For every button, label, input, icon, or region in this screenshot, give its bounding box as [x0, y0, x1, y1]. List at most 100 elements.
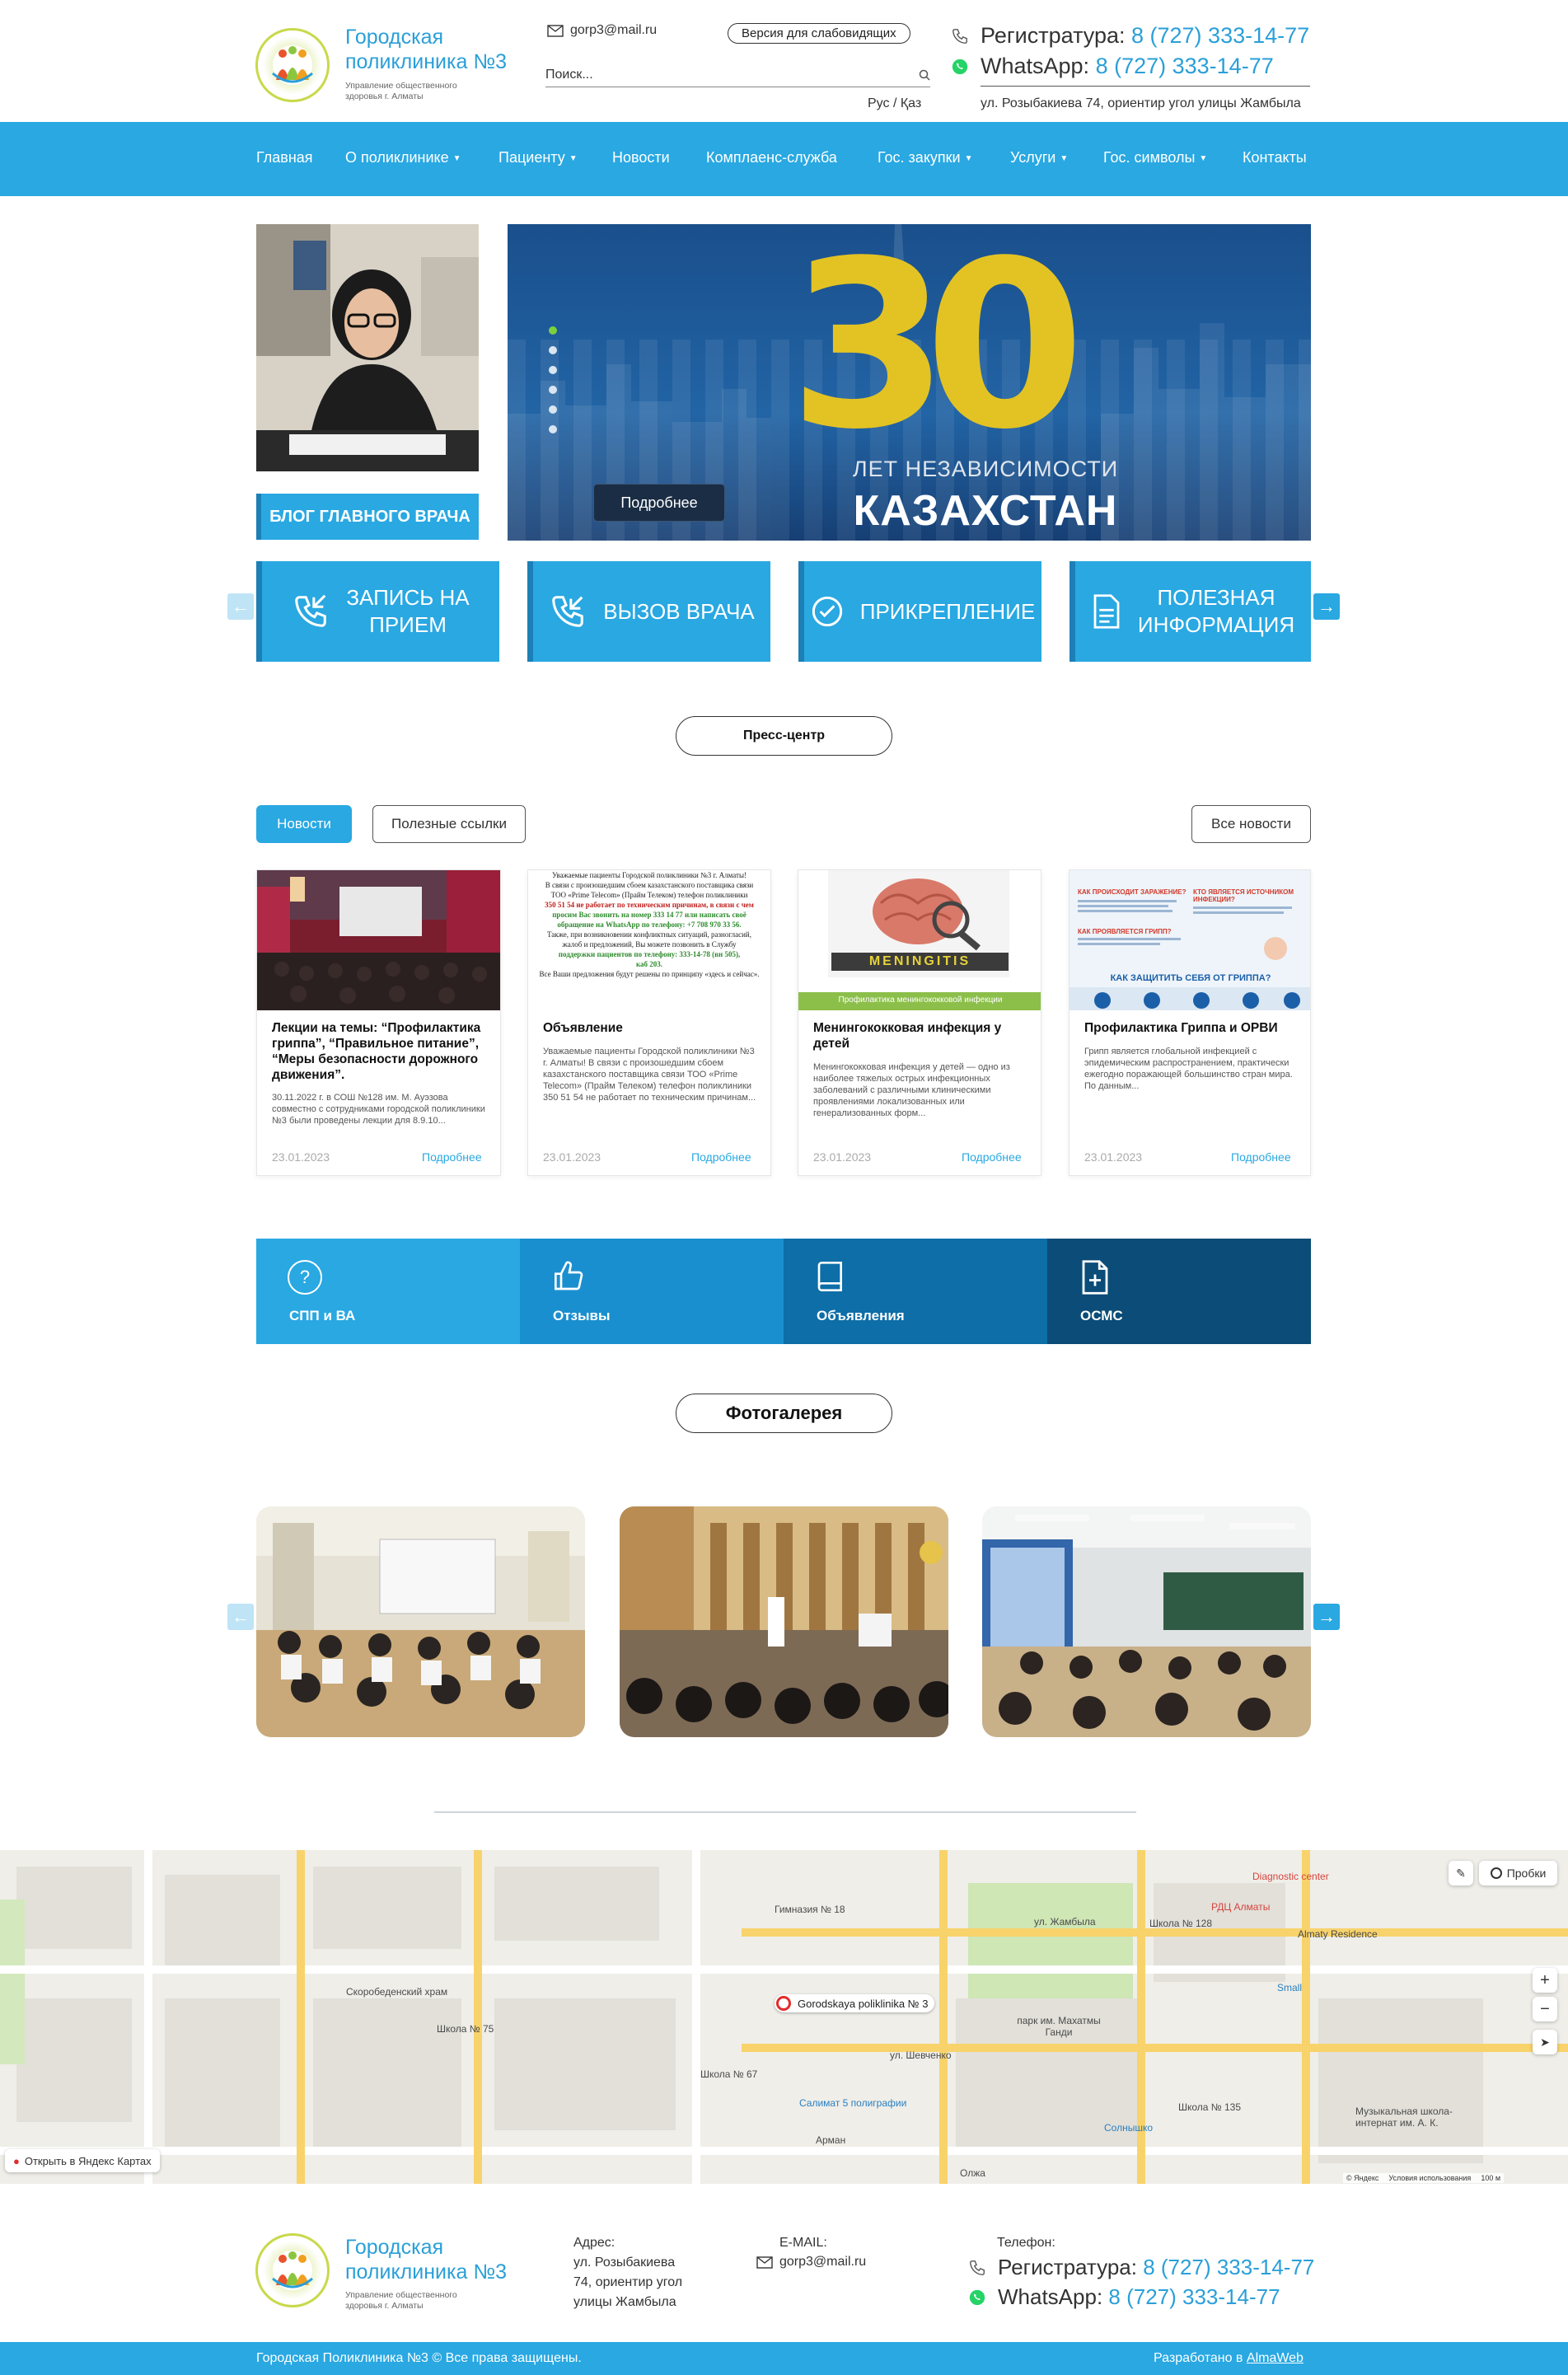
slider-dot[interactable]	[549, 425, 557, 433]
slider-dot[interactable]	[549, 346, 557, 354]
traffic-button[interactable]: Пробки	[1479, 1861, 1557, 1885]
strip-label: Объявления	[817, 1308, 905, 1323]
news-excerpt: Грипп является глобальной инфекцией с эп…	[1084, 1047, 1293, 1091]
slider-dots[interactable]	[549, 326, 557, 445]
header-email[interactable]: gorp3@mail.ru	[547, 23, 657, 38]
map-label: Школа № 67	[700, 2068, 758, 2080]
strip-spp-va[interactable]: ? СПП и ВА	[256, 1239, 520, 1344]
slider-dot[interactable]	[549, 326, 557, 335]
news-title[interactable]: Объявление	[543, 1020, 759, 1036]
footer-address: Адрес: ул. Розыбакиева 74, ориентир угол…	[573, 2233, 682, 2312]
service-tile-appointment[interactable]: ЗАПИСЬ НА ПРИЕМ	[256, 561, 499, 662]
announcement-line: В связи с произошедшим сбоем казахстанск…	[545, 881, 754, 889]
meningitis-word: MENINGITIS	[868, 954, 971, 968]
slide-thirty: 30	[789, 224, 1085, 480]
nav-item-procurement[interactable]: Гос. закупки ▼	[878, 149, 972, 166]
gallery-photo[interactable]	[256, 1506, 585, 1737]
map-label: Арман	[816, 2134, 846, 2146]
slider-dot[interactable]	[549, 405, 557, 414]
news-card[interactable]: MENINGITIS Профилактика менингококковой …	[798, 869, 1041, 1176]
service-tile-attachment[interactable]: ПРИКРЕПЛЕНИЕ	[798, 561, 1041, 662]
chief-doctor-blog-button[interactable]: БЛОГ ГЛАВНОГО ВРАЧА	[256, 494, 479, 540]
registry-number[interactable]: 8 (727) 333-14-77	[1131, 23, 1309, 48]
announcement-line: просим Вас звонить на номер 333 14 77 ил…	[552, 911, 747, 919]
nav-item-contacts[interactable]: Контакты	[1243, 149, 1307, 166]
gallery-prev-button[interactable]: ←	[227, 1604, 254, 1630]
news-title[interactable]: Лекции на темы: “Профилактика гриппа”, “…	[272, 1020, 489, 1083]
slider-more-button[interactable]: Подробнее	[593, 484, 725, 522]
strip-label: Отзывы	[553, 1308, 611, 1323]
strip-announcements[interactable]: Объявления	[784, 1239, 1047, 1344]
arrow-left-icon: ←	[232, 596, 250, 616]
slider-dot[interactable]	[549, 386, 557, 394]
open-yandex-maps-button[interactable]: ● Открыть в Яндекс Картах	[5, 2149, 160, 2172]
geolocation-icon[interactable]: ➤	[1533, 2030, 1557, 2054]
logo-emblem	[255, 28, 330, 102]
strip-reviews[interactable]: Отзывы	[520, 1239, 784, 1344]
nav-item-compliance[interactable]: Комплаенс-служба	[706, 149, 837, 166]
nav-item-symbols[interactable]: Гос. символы ▼	[1103, 149, 1207, 166]
slider-dot[interactable]	[549, 366, 557, 374]
map-road	[1137, 1850, 1145, 2184]
header-phone-registry[interactable]: Регистратура: 8 (727) 333-14-77	[951, 23, 1309, 49]
footer-email[interactable]: gorp3@mail.ru	[756, 2252, 866, 2272]
nav-item-services[interactable]: Услуги ▼	[1010, 149, 1068, 166]
nav-item-home[interactable]: Главная	[256, 149, 313, 166]
footer-registry-label: Регистратура:	[998, 2255, 1137, 2279]
tab-news[interactable]: Новости	[256, 805, 352, 843]
arrow-left-icon: ←	[232, 1606, 250, 1627]
gallery-photo[interactable]	[620, 1506, 948, 1737]
nav-item-about[interactable]: О поликлинике ▼	[345, 149, 461, 166]
map-marker[interactable]: Gorodskaya poliklinika № 3	[775, 1994, 935, 2012]
news-title[interactable]: Менингококковая инфекция у детей	[813, 1020, 1029, 1052]
logo-title[interactable]: Городская поликлиника №3	[345, 25, 507, 74]
footer-phone-registry[interactable]: Регистратура: 8 (727) 333-14-77	[968, 2255, 1314, 2280]
map-label: ул. Жамбыла	[1034, 1916, 1096, 1928]
search-input[interactable]: Поиск...	[545, 63, 930, 87]
tiles-prev-button[interactable]: ←	[227, 593, 254, 620]
language-switch[interactable]: Рус / Қаз	[868, 96, 921, 111]
map-label: Almaty Residence	[1298, 1928, 1378, 1940]
search-icon[interactable]	[919, 69, 930, 81]
ruler-icon[interactable]: ✎	[1449, 1861, 1473, 1885]
gallery-next-button[interactable]: →	[1313, 1604, 1340, 1630]
footer-logo-title-line1: Городская	[345, 2236, 444, 2259]
map-block	[165, 1875, 280, 1965]
news-card[interactable]: Лекции на темы: “Профилактика гриппа”, “…	[256, 869, 501, 1176]
yandex-map[interactable]: Гимназия № 18 ул. Жамбыла ул. Шевченко п…	[0, 1850, 1568, 2184]
logo[interactable]	[255, 28, 330, 102]
news-more-link[interactable]: Подробнее	[691, 1150, 751, 1164]
announcement-line: Уважаемые пациенты Городской поликлиники…	[551, 871, 747, 879]
news-title[interactable]: Профилактика Гриппа и ОРВИ	[1084, 1020, 1299, 1036]
zoom-in-button[interactable]: +	[1533, 1968, 1557, 1993]
footer-registry-number[interactable]: 8 (727) 333-14-77	[1143, 2255, 1314, 2279]
news-card[interactable]: Уважаемые пациенты Городской поликлиники…	[527, 869, 771, 1176]
announcement-line: каб 203.	[635, 960, 663, 968]
tab-useful-links[interactable]: Полезные ссылки	[372, 805, 526, 843]
footer-phone-whatsapp[interactable]: WhatsApp: 8 (727) 333-14-77	[968, 2284, 1280, 2310]
nav-item-patient[interactable]: Пациенту ▼	[498, 149, 578, 166]
news-more-link[interactable]: Подробнее	[422, 1150, 482, 1164]
zoom-out-button[interactable]: −	[1533, 1997, 1557, 2021]
nav-item-news[interactable]: Новости	[612, 149, 670, 166]
low-vision-button[interactable]: Версия для слабовидящих	[728, 23, 910, 44]
whatsapp-number[interactable]: 8 (727) 333-14-77	[1096, 54, 1274, 78]
footer-logo[interactable]	[255, 2233, 330, 2307]
service-tile-useful-info[interactable]: ПОЛЕЗНАЯ ИНФОРМАЦИЯ	[1070, 561, 1311, 662]
all-news-button[interactable]: Все новости	[1191, 805, 1311, 843]
thumbs-up-icon	[555, 1261, 583, 1291]
map-terms-link[interactable]: Условия использования	[1388, 2174, 1471, 2182]
family-icon	[272, 46, 313, 83]
tiles-next-button[interactable]: →	[1313, 593, 1340, 620]
news-card[interactable]: КАК ПРОИСХОДИТ ЗАРАЖЕНИЕ? КТО ЯВЛЯЕТСЯ И…	[1069, 869, 1311, 1176]
strip-osms[interactable]: ОСМС	[1047, 1239, 1311, 1344]
gallery-photo[interactable]	[982, 1506, 1311, 1737]
chief-doctor-photo[interactable]	[256, 224, 479, 471]
whatsapp-label: WhatsApp:	[981, 54, 1090, 78]
developer-link[interactable]: AlmaWeb	[1247, 2351, 1304, 2365]
header-phone-whatsapp[interactable]: WhatsApp: 8 (727) 333-14-77	[951, 54, 1274, 79]
news-more-link[interactable]: Подробнее	[962, 1150, 1022, 1164]
news-more-link[interactable]: Подробнее	[1231, 1150, 1291, 1164]
service-tile-doctor-call[interactable]: ВЫЗОВ ВРАЧА	[527, 561, 770, 662]
footer-whatsapp-number[interactable]: 8 (727) 333-14-77	[1108, 2284, 1280, 2309]
